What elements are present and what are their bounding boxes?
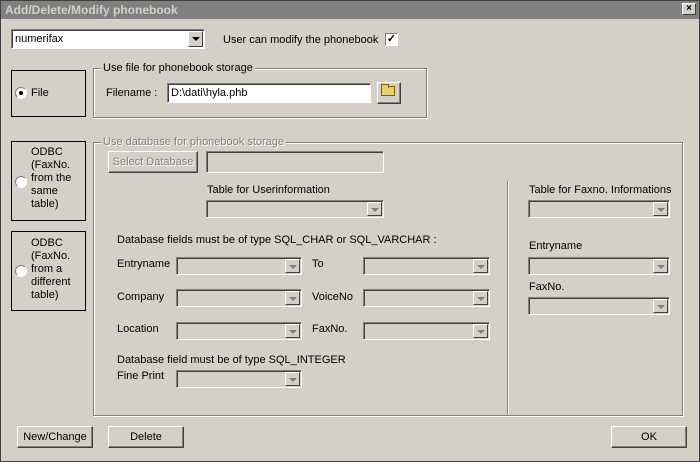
to-label: To (312, 258, 324, 270)
company-label: Company (117, 291, 165, 303)
chevron-down-icon[interactable] (653, 259, 668, 273)
faxno2-select[interactable] (528, 297, 670, 315)
chevron-down-icon[interactable] (285, 291, 300, 305)
entryname-select[interactable] (176, 257, 302, 275)
voiceno-select[interactable] (363, 289, 490, 307)
filename-label: Filename : (106, 87, 158, 99)
chevron-down-icon[interactable] (285, 324, 300, 338)
chevron-down-icon[interactable] (473, 259, 488, 273)
location-label: Location (117, 323, 159, 335)
phonebook-select[interactable]: numerifax (11, 29, 205, 49)
filename-value: D:\dati\hyla.phb (171, 87, 248, 99)
ok-button[interactable]: OK (611, 426, 687, 448)
new-change-button[interactable]: New/Change (17, 426, 93, 448)
filename-input[interactable]: D:\dati\hyla.phb (167, 83, 371, 103)
faxno-select[interactable] (363, 322, 490, 340)
faxno2-label: FaxNo. (529, 281, 565, 293)
file-radio[interactable] (15, 87, 27, 99)
file-radio-label: File (31, 87, 49, 99)
odbc-diff-radio-label: ODBC (FaxNo. from a different table) (31, 237, 71, 301)
odbc-diff-radio[interactable] (15, 265, 27, 277)
company-select[interactable] (176, 289, 302, 307)
fineprint-label: Fine Print (117, 370, 165, 382)
fineprint-select[interactable] (176, 370, 302, 388)
integer-type-notice: Database field must be of type SQL_INTEG… (117, 354, 346, 366)
browse-button[interactable] (377, 82, 401, 104)
location-select[interactable] (176, 322, 302, 340)
delete-button[interactable]: Delete (108, 426, 184, 448)
odbc-same-radio-label: ODBC (FaxNo. from the same table) (31, 146, 72, 210)
chevron-down-icon[interactable] (367, 202, 382, 216)
odbc-same-radio[interactable] (15, 176, 27, 188)
chevron-down-icon[interactable] (473, 291, 488, 305)
entryname2-label: Entryname (529, 240, 583, 252)
select-database-button[interactable]: Select Database (108, 151, 198, 173)
faxno-table-select[interactable] (528, 200, 670, 218)
folder-open-icon (381, 84, 395, 96)
phonebook-select-value: numerifax (15, 33, 64, 45)
chevron-down-icon[interactable] (473, 324, 488, 338)
file-storage-legend: Use file for phonebook storage (101, 62, 255, 74)
chevron-down-icon[interactable] (653, 299, 668, 313)
close-icon[interactable]: × (682, 3, 696, 15)
database-group-divider (507, 181, 508, 415)
window-title: Add/Delete/Modify phonebook (5, 3, 178, 17)
modify-checkbox[interactable]: ✓ (385, 33, 398, 46)
char-type-notice: Database fields must be of type SQL_CHAR… (117, 234, 437, 246)
chevron-down-icon[interactable] (285, 259, 300, 273)
to-select[interactable] (363, 257, 490, 275)
chevron-down-icon[interactable] (188, 31, 203, 47)
entryname2-select[interactable] (528, 257, 670, 275)
phonebook-dialog: Add/Delete/Modify phonebook × numerifax … (0, 0, 700, 462)
user-table-label: Table for Userinformation (207, 184, 330, 196)
faxno-table-label: Table for Faxno. Informations (529, 184, 672, 196)
title-bar: Add/Delete/Modify phonebook × (1, 1, 699, 19)
database-storage-legend: Use database for phonebook storage (101, 136, 287, 148)
chevron-down-icon[interactable] (285, 372, 300, 386)
chevron-down-icon[interactable] (653, 202, 668, 216)
voiceno-label: VoiceNo (312, 291, 353, 303)
faxno-label: FaxNo. (312, 323, 348, 335)
user-table-select[interactable] (206, 200, 384, 218)
database-name-field[interactable] (206, 151, 384, 173)
entryname-label: Entryname (117, 258, 171, 270)
modify-label: User can modify the phonebook (223, 34, 379, 46)
